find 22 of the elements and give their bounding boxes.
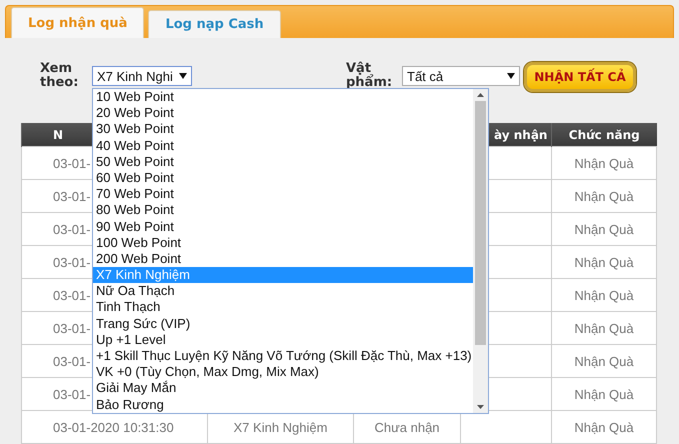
view-by-label: Xem theo: xyxy=(40,62,80,90)
view-by-select[interactable]: X7 Kinh Nghi xyxy=(92,66,192,86)
item-select[interactable]: Tất cả xyxy=(402,66,520,86)
dropdown-option[interactable]: 20 Web Point xyxy=(93,105,473,122)
scroll-up-icon[interactable] xyxy=(477,93,484,97)
table-cell: 03-01-2020 10:31:30 xyxy=(22,410,208,444)
caret-icon xyxy=(507,73,515,79)
claim-link[interactable]: Nhận Quà xyxy=(552,378,656,410)
claim-link[interactable]: Nhận Quà xyxy=(552,146,656,180)
claim-all-button[interactable]: NHẬN TẤT CẢ xyxy=(524,62,636,92)
dropdown-option[interactable]: 10 Web Point xyxy=(93,89,473,106)
scrollbar[interactable] xyxy=(473,89,488,413)
claim-link[interactable]: Nhận Quà xyxy=(552,312,656,344)
caret-icon xyxy=(179,73,187,79)
claim-link[interactable]: Nhận Quà xyxy=(552,344,656,378)
claim-link[interactable]: Nhận Quà xyxy=(552,180,656,212)
claim-link[interactable]: Nhận Quà xyxy=(552,410,656,444)
item-label: Vật phẩm: xyxy=(346,62,394,90)
claim-link[interactable]: Nhận Quà xyxy=(552,246,656,278)
claim-link[interactable]: Nhận Quà xyxy=(552,212,656,246)
claim-link[interactable]: Nhận Quà xyxy=(552,278,656,312)
column-header: Chức năng xyxy=(552,123,656,146)
